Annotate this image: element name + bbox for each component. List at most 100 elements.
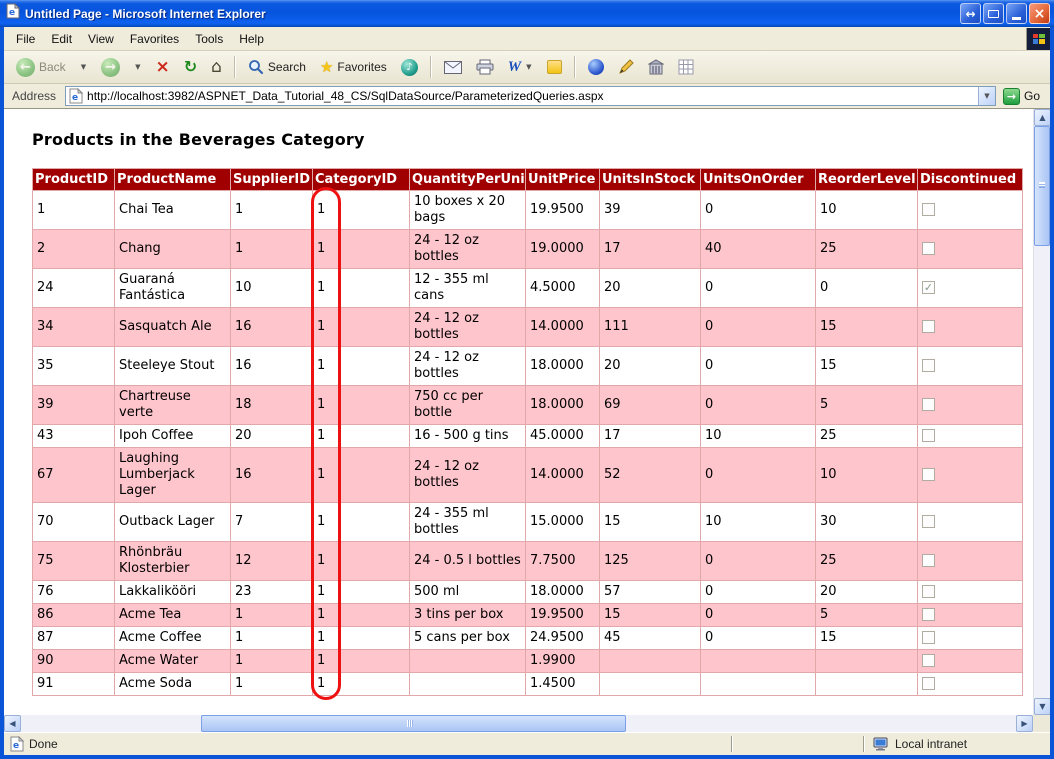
favorites-button[interactable]: ★ Favorites <box>314 56 393 79</box>
menu-item-favorites[interactable]: Favorites <box>122 29 187 49</box>
forward-dropdown[interactable]: ▼ <box>128 59 147 75</box>
back-button[interactable]: ← Back <box>10 54 72 81</box>
chevron-down-icon: ▼ <box>80 63 87 71</box>
table-cell: 1 <box>313 604 410 627</box>
forward-icon: → <box>101 58 120 77</box>
media-button[interactable]: ♪ <box>395 55 424 80</box>
table-cell <box>918 581 1023 604</box>
table-cell: 25 <box>816 425 918 448</box>
table-cell: 12 <box>231 542 313 581</box>
table-cell: 24 <box>33 269 115 308</box>
table-cell: 1 <box>313 269 410 308</box>
table-cell: Chang <box>115 230 231 269</box>
svg-text:e: e <box>13 741 19 751</box>
table-cell: 0 <box>701 191 816 230</box>
refresh-button[interactable]: ↻ <box>178 55 203 79</box>
table-cell <box>918 448 1023 503</box>
vertical-scroll-track[interactable] <box>1034 126 1050 698</box>
table-cell: Acme Soda <box>115 673 231 696</box>
main-area: Products in the Beverages Category Produ… <box>4 109 1050 715</box>
chevron-down-icon: ▼ <box>134 63 141 71</box>
edit-page-button[interactable] <box>612 55 640 79</box>
mail-button[interactable] <box>438 57 468 78</box>
menu-item-file[interactable]: File <box>8 29 43 49</box>
back-dropdown[interactable]: ▼ <box>74 59 93 75</box>
content-area: Products in the Beverages Category Produ… <box>4 109 1033 715</box>
scroll-up-button[interactable]: ▲ <box>1034 109 1050 126</box>
chevron-down-icon: ▼ <box>525 63 532 71</box>
table-cell: 1 <box>231 673 313 696</box>
window-arrows-button[interactable]: ↔ <box>960 3 981 24</box>
window-minimize-button[interactable] <box>1006 3 1027 24</box>
table-cell: Sasquatch Ale <box>115 308 231 347</box>
print-icon <box>476 59 494 75</box>
horizontal-scrollbar[interactable]: ◀ ▶ <box>4 715 1033 732</box>
table-cell <box>918 347 1023 386</box>
table-cell: Acme Water <box>115 650 231 673</box>
vertical-scrollbar[interactable]: ▲ ▼ <box>1033 109 1050 715</box>
menu-item-edit[interactable]: Edit <box>43 29 80 49</box>
table-cell: 35 <box>33 347 115 386</box>
search-label: Search <box>268 60 306 74</box>
table-cell: 10 <box>701 425 816 448</box>
research-button[interactable] <box>642 55 670 79</box>
discuss-button[interactable] <box>541 56 568 78</box>
forward-button[interactable]: → <box>95 54 126 81</box>
table-cell: 91 <box>33 673 115 696</box>
vertical-scrollbar-thumb[interactable] <box>1034 126 1050 246</box>
table-cell: 17 <box>600 425 701 448</box>
horizontal-scrollbar-thumb[interactable] <box>201 715 626 732</box>
table-cell: 0 <box>816 269 918 308</box>
scroll-left-button[interactable]: ◀ <box>4 715 21 732</box>
table-cell <box>918 386 1023 425</box>
go-button[interactable]: → Go <box>1001 88 1046 105</box>
table-cell: Outback Lager <box>115 503 231 542</box>
scroll-down-button[interactable]: ▼ <box>1034 698 1050 715</box>
address-bar: Address e http://localhost:3982/ASPNET_D… <box>4 84 1050 109</box>
title-bar: e Untitled Page - Microsoft Internet Exp… <box>0 0 1054 27</box>
table-row: 86Acme Tea113 tins per box19.95001505 <box>33 604 1023 627</box>
edit-with-word-button[interactable]: W ▼ <box>502 56 539 79</box>
window-monitor-button[interactable] <box>983 3 1004 24</box>
grid-tool-button[interactable] <box>672 55 700 79</box>
table-cell: 17 <box>600 230 701 269</box>
table-row: 39Chartreuse verte181750 cc per bottle18… <box>33 386 1023 425</box>
table-cell: 19.0000 <box>526 230 600 269</box>
discontinued-checkbox <box>922 429 935 442</box>
table-cell <box>701 650 816 673</box>
grid-icon <box>678 59 694 75</box>
table-cell: 1 <box>231 191 313 230</box>
address-input[interactable]: e http://localhost:3982/ASPNET_Data_Tuto… <box>65 86 996 106</box>
back-label: Back <box>39 60 66 74</box>
table-cell <box>410 673 526 696</box>
column-header-unitprice: UnitPrice <box>526 169 600 191</box>
menu-item-view[interactable]: View <box>80 29 122 49</box>
table-cell: 3 tins per box <box>410 604 526 627</box>
column-header-unitsonorder: UnitsOnOrder <box>701 169 816 191</box>
table-cell: 1 <box>231 627 313 650</box>
search-button[interactable]: Search <box>242 55 312 79</box>
table-cell: 25 <box>816 230 918 269</box>
table-cell <box>918 503 1023 542</box>
menu-item-help[interactable]: Help <box>231 29 272 49</box>
table-cell: 4.5000 <box>526 269 600 308</box>
print-button[interactable] <box>470 55 500 79</box>
table-cell: 1 <box>313 581 410 604</box>
table-cell: 15 <box>600 604 701 627</box>
status-bar: e Done Local intranet <box>4 732 1050 755</box>
discontinued-checkbox <box>922 320 935 333</box>
table-cell <box>816 673 918 696</box>
discontinued-checkbox <box>922 242 935 255</box>
horizontal-scroll-track[interactable] <box>21 715 1016 732</box>
scroll-right-button[interactable]: ▶ <box>1016 715 1033 732</box>
table-cell: 24.9500 <box>526 627 600 650</box>
window-close-button[interactable]: × <box>1029 3 1050 24</box>
stop-icon: × <box>155 59 169 76</box>
table-cell: 20 <box>816 581 918 604</box>
home-button[interactable]: ⌂ <box>205 55 228 80</box>
menu-item-tools[interactable]: Tools <box>187 29 231 49</box>
address-dropdown-button[interactable]: ▼ <box>978 87 995 105</box>
toolbar-separator <box>574 56 576 78</box>
stop-button[interactable]: × <box>149 55 175 80</box>
messenger-button[interactable] <box>582 55 610 79</box>
